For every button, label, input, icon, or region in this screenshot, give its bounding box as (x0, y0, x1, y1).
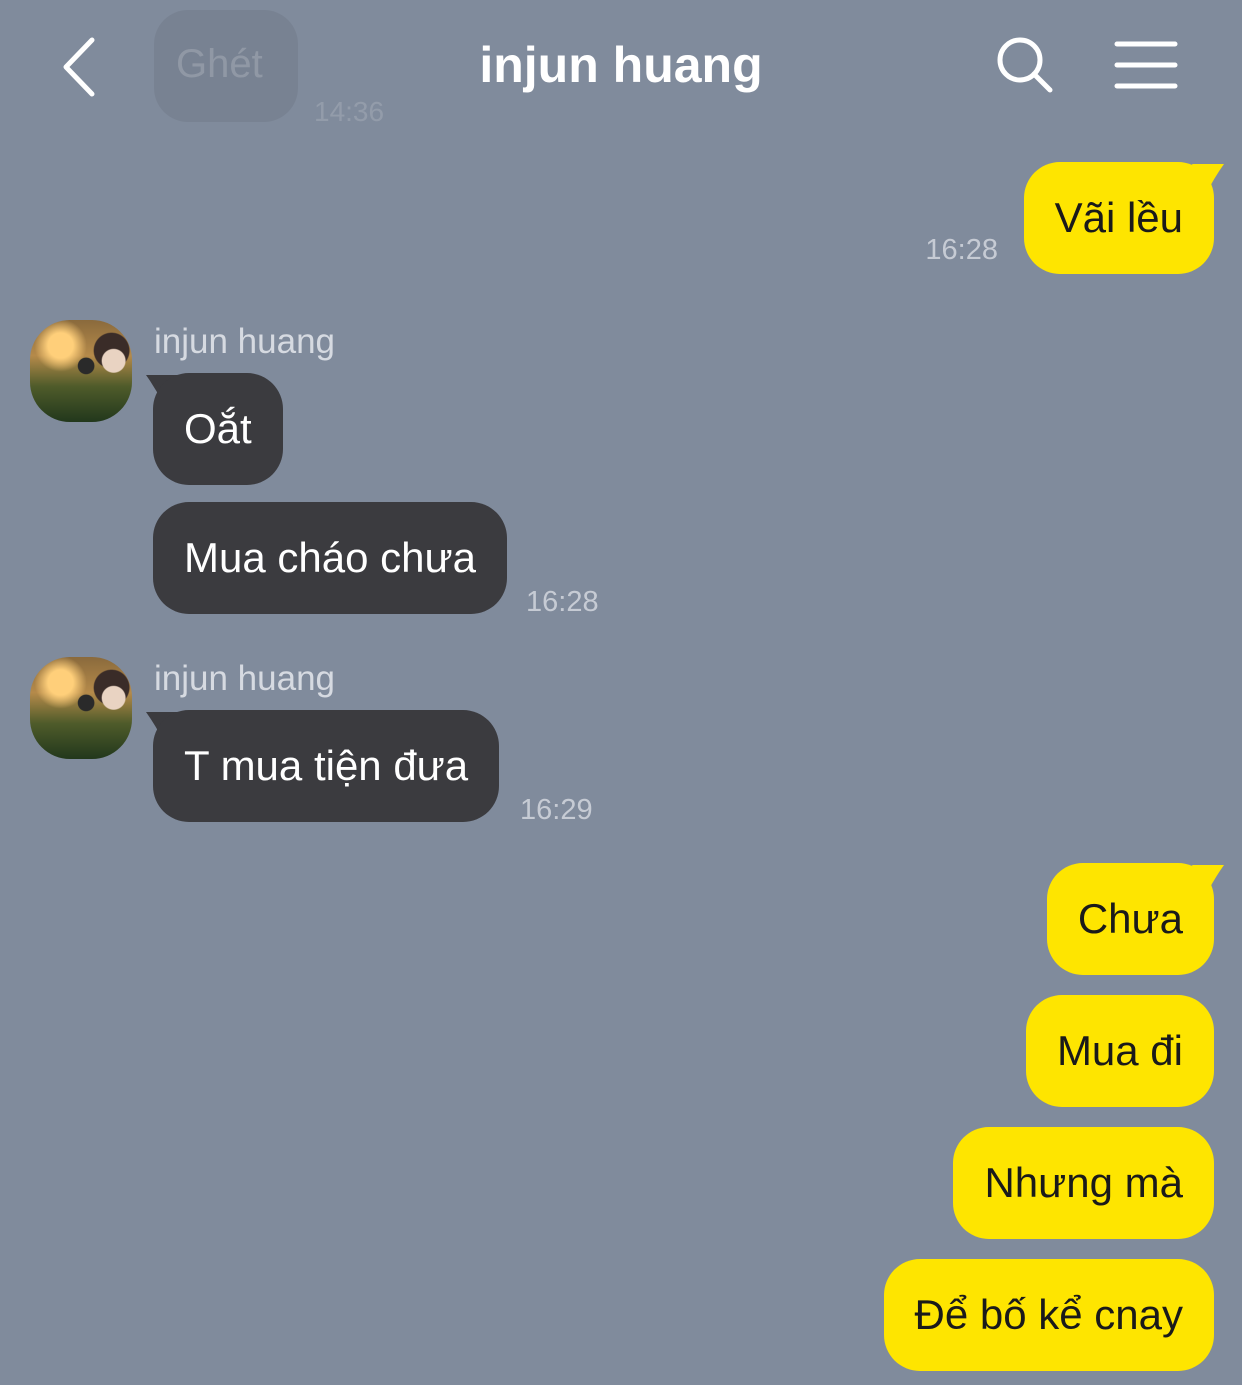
faded-previous-time: 14:36 (314, 96, 385, 127)
bubble-tail (1192, 164, 1224, 194)
avatar[interactable] (30, 657, 132, 759)
my-message-bubble[interactable]: Nhưng mà (953, 1127, 1214, 1239)
menu-icon[interactable] (1114, 40, 1178, 90)
their-message-bubble[interactable]: Oắt (153, 373, 283, 485)
search-icon[interactable] (996, 36, 1056, 96)
sender-name: injun huang (154, 659, 335, 698)
sender-name: injun huang (154, 322, 335, 361)
message-time: 16:28 (925, 234, 998, 266)
bubble-tail (1192, 865, 1224, 895)
their-message-bubble[interactable]: Mua cháo chưa (153, 502, 507, 614)
message-time: 16:28 (526, 586, 599, 618)
message-time: 16:29 (520, 794, 593, 826)
my-message-bubble[interactable]: Mua đi (1025, 995, 1214, 1107)
my-message-bubble[interactable]: Chưa (1046, 863, 1214, 975)
their-message-bubble[interactable]: T mua tiện đưa (153, 710, 500, 822)
my-message-bubble[interactable]: Vãi lều (1023, 162, 1214, 274)
my-message-bubble[interactable]: Để bố kể cnay (883, 1259, 1214, 1371)
avatar[interactable] (30, 320, 132, 422)
